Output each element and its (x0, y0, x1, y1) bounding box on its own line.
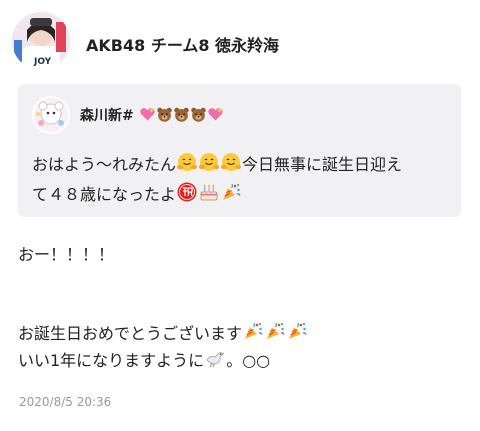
party-popper-icon (264, 320, 286, 342)
party-popper-icon (220, 181, 242, 203)
celebration-badge-icon (176, 181, 198, 203)
reply-line-3-text: いい1年になりますように (18, 351, 205, 370)
quoted-line-2-text: て４８歳になったよ (32, 185, 177, 204)
hugging-face-icon (198, 151, 220, 173)
quoted-line-1-continuation: 今日無事に誕生日迎え (242, 155, 403, 174)
quoted-user-name-text: 森川新# (80, 108, 134, 124)
quoted-user-avatar[interactable] (32, 96, 70, 134)
reply-spacer (18, 294, 468, 320)
bear-face-icon (156, 106, 173, 123)
hugging-face-icon (176, 151, 198, 173)
reply-line-3-bubbles: 。○○ (226, 351, 271, 370)
dove-icon (204, 347, 226, 369)
author-avatar[interactable]: JOY (12, 12, 70, 70)
hugging-face-icon (220, 151, 242, 173)
post-header: JOY AKB48 チーム8 徳永羚海 (12, 12, 468, 72)
reply-line-2: お誕生日おめでとうございます (18, 320, 468, 347)
birthday-cake-icon (198, 181, 220, 203)
post-timestamp: 2020/8/5 20:36 (19, 395, 112, 409)
party-popper-icon (286, 320, 308, 342)
bear-face-icon (190, 106, 207, 123)
reply-line-3: いい1年になりますように 。○○ (18, 347, 468, 374)
quoted-user-name[interactable]: 森川新# (80, 105, 224, 125)
reply-message: おー！！！！ お誕生日おめでとうございます いい1年になりますように 。○○ (18, 242, 468, 374)
svg-text:JOY: JOY (33, 57, 52, 67)
party-popper-icon (242, 320, 264, 342)
quoted-message-text: おはよう〜れみたん 今日無事に誕生日迎え て４８歳になったよ (32, 150, 452, 210)
sparkling-heart-icon (139, 106, 156, 123)
reply-spacer (18, 268, 468, 294)
quoted-line-1-text: おはよう〜れみたん (32, 155, 177, 174)
quoted-line-2: て４８歳になったよ (32, 180, 452, 210)
quoted-message[interactable]: 森川新# おはよう〜れみたん 今日無事に誕生日迎え て４８歳になったよ (18, 84, 461, 217)
reply-line-2-text: お誕生日おめでとうございます (18, 324, 243, 343)
author-name[interactable]: AKB48 チーム8 徳永羚海 (86, 32, 279, 56)
bear-face-icon (173, 106, 190, 123)
quoted-line-1: おはよう〜れみたん 今日無事に誕生日迎え (32, 150, 452, 180)
sparkling-heart-icon (207, 106, 224, 123)
reply-line-1: おー！！！！ (18, 245, 115, 264)
